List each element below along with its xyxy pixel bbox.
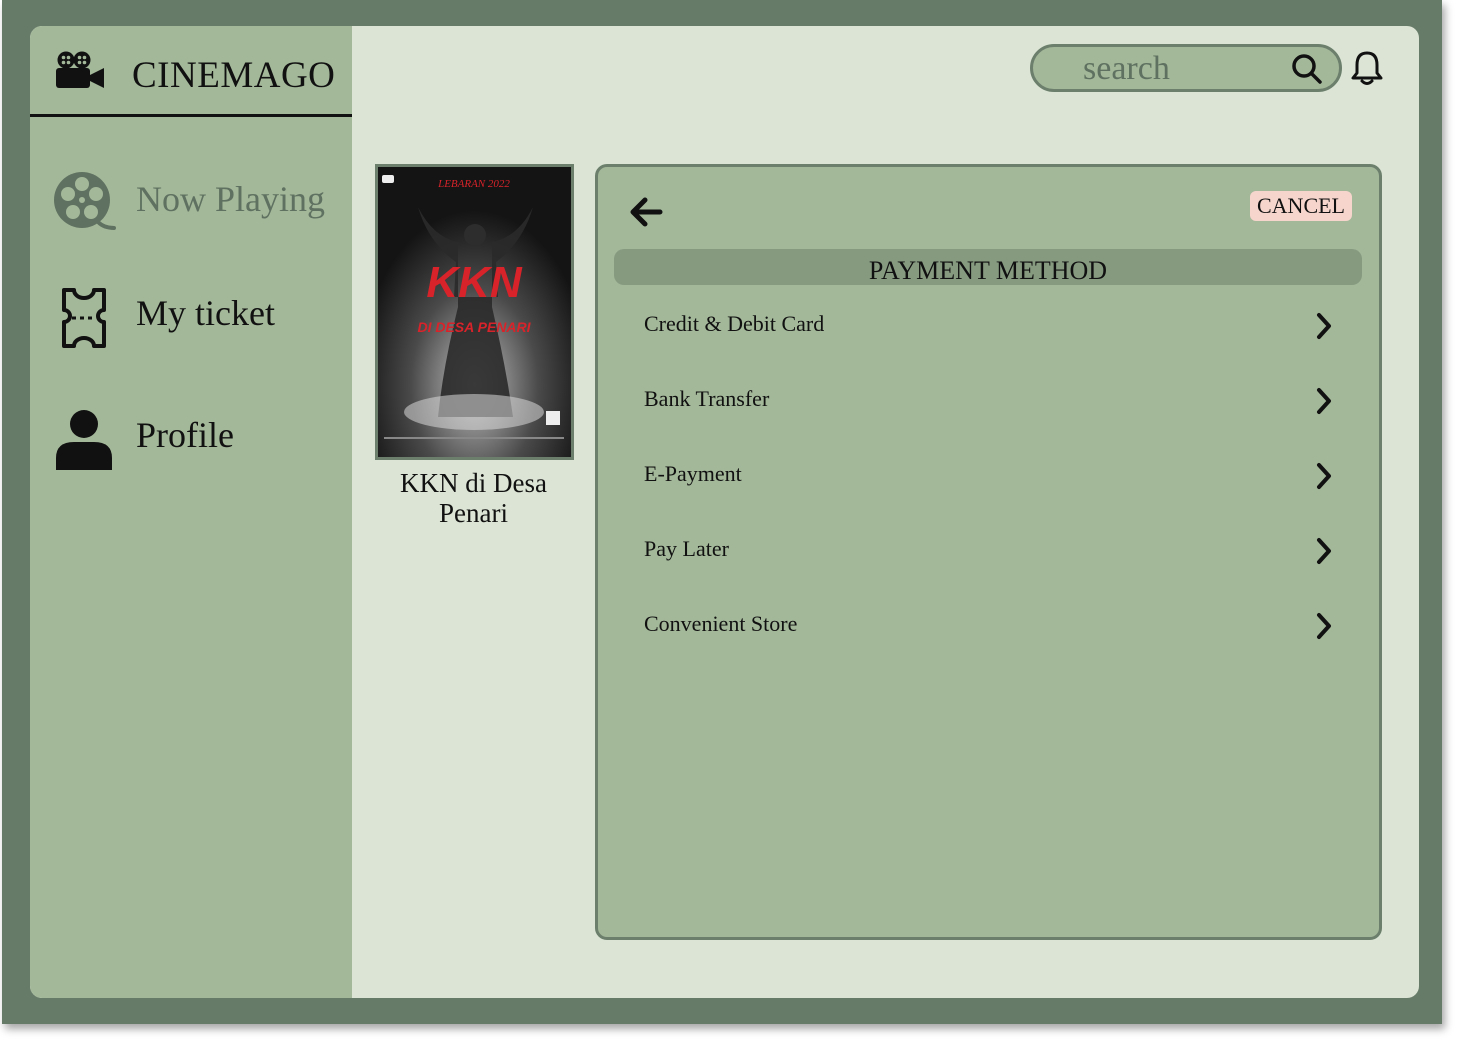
movie-title: KKN di Desa Penari [400,468,547,528]
payment-method-header: PAYMENT METHOD [614,249,1362,285]
search-icon[interactable] [1291,53,1323,85]
sidebar-item-label: Profile [136,415,234,455]
chevron-right-icon [1317,538,1331,564]
sidebar-item-label: My ticket [136,293,275,333]
payment-method-convenient-store[interactable]: Convenient Store [614,597,1354,657]
search-input[interactable] [1081,49,1285,89]
search-bar [1030,44,1342,92]
brand: CINEMAGO [30,26,352,117]
payment-method-label: Bank Transfer [644,386,770,411]
movie-poster[interactable]: LEBARAN 2022 KKN DI DESA PENARI [375,164,574,460]
chevron-right-icon [1317,388,1331,414]
sidebar-item-label: Now Playing [136,179,325,219]
poster-top-text: LEBARAN 2022 [437,178,510,190]
user-icon [56,410,112,470]
poster-title-text: KKN [426,258,523,307]
app-screen: CINEMAGO Now Playing My ticket Profile s… [30,26,1419,998]
ticket-icon [62,288,106,348]
film-reel-icon [54,172,116,230]
back-arrow-icon[interactable] [628,195,664,229]
payment-method-label: Convenient Store [644,611,798,636]
payment-method-label: Pay Later [644,536,729,561]
bell-icon[interactable] [1350,50,1384,86]
payment-method-e-payment[interactable]: E-Payment [614,447,1354,507]
sidebar-item-profile[interactable]: Profile [30,398,352,478]
sidebar-item-my-ticket[interactable]: My ticket [30,276,352,356]
brand-name: CINEMAGO [132,55,336,96]
payment-method-credit-debit-card[interactable]: Credit & Debit Card [614,297,1354,357]
poster-image: LEBARAN 2022 KKN DI DESA PENARI [378,167,571,457]
sidebar-item-now-playing[interactable]: Now Playing [30,162,352,242]
payment-method-bank-transfer[interactable]: Bank Transfer [614,372,1354,432]
movie-camera-icon [56,51,104,88]
payment-method-pay-later[interactable]: Pay Later [614,522,1354,582]
payment-panel: CANCEL PAYMENT METHOD Credit & Debit Car… [595,164,1382,940]
sidebar: CINEMAGO Now Playing My ticket Profile [30,26,352,998]
cancel-button[interactable]: CANCEL [1250,191,1352,221]
chevron-right-icon [1317,613,1331,639]
chevron-right-icon [1317,463,1331,489]
app-frame: CINEMAGO Now Playing My ticket Profile s… [2,0,1442,1024]
payment-method-label: Credit & Debit Card [644,311,825,336]
poster-subtitle-text: DI DESA PENARI [417,319,531,335]
payment-method-label: E-Payment [644,461,742,486]
chevron-right-icon [1317,313,1331,339]
